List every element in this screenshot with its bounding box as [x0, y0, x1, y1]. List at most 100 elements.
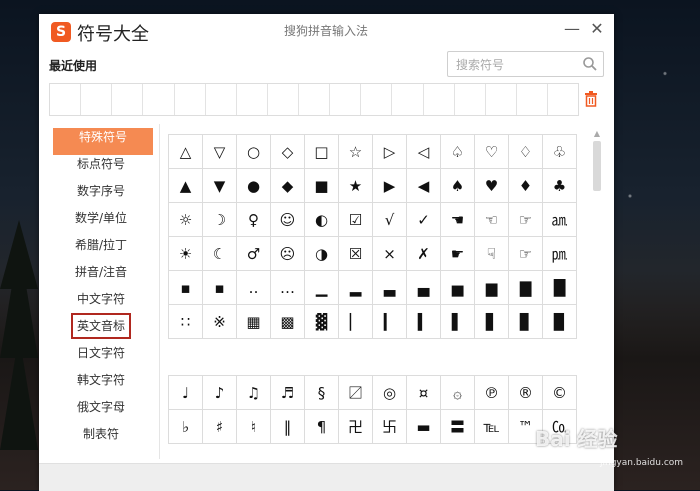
symbol-cell[interactable]: ※: [202, 304, 237, 339]
symbol-cell[interactable]: ▄: [406, 270, 441, 305]
recent-slot[interactable]: [548, 84, 578, 115]
symbol-cell[interactable]: 〓: [440, 409, 475, 444]
symbol-cell[interactable]: ♯: [202, 409, 237, 444]
symbol-cell[interactable]: ©: [542, 375, 577, 410]
symbol-cell[interactable]: ㏘: [542, 236, 577, 271]
symbol-cell[interactable]: ▂: [338, 270, 373, 305]
symbol-cell[interactable]: §: [304, 375, 339, 410]
symbol-cell[interactable]: ▦: [236, 304, 271, 339]
sidebar-item[interactable]: 拼音/注音: [49, 263, 153, 290]
symbol-cell[interactable]: ▆: [474, 270, 509, 305]
symbol-cell[interactable]: □: [304, 134, 339, 169]
symbol-cell[interactable]: ▷: [372, 134, 407, 169]
recent-slot[interactable]: [112, 84, 144, 115]
symbol-cell[interactable]: ♦: [508, 168, 543, 203]
symbol-cell[interactable]: ☼: [168, 202, 203, 237]
symbol-cell[interactable]: ☜: [474, 202, 509, 237]
symbol-cell[interactable]: █: [542, 270, 577, 305]
symbol-cell[interactable]: ♧: [542, 134, 577, 169]
sidebar-item[interactable]: 数字序号: [49, 182, 153, 209]
symbol-cell[interactable]: ✓: [406, 202, 441, 237]
symbol-cell[interactable]: ‖: [270, 409, 305, 444]
symbol-cell[interactable]: ▌: [440, 304, 475, 339]
symbol-cell[interactable]: ☺: [270, 202, 305, 237]
recent-slot[interactable]: [175, 84, 206, 115]
symbol-cell[interactable]: ☽: [202, 202, 237, 237]
symbol-cell[interactable]: ■: [304, 168, 339, 203]
symbol-cell[interactable]: ∷: [168, 304, 203, 339]
symbol-cell[interactable]: ▎: [372, 304, 407, 339]
symbol-cell[interactable]: ▶: [372, 168, 407, 203]
symbol-cell[interactable]: ▍: [406, 304, 441, 339]
search-box[interactable]: [447, 51, 604, 77]
symbol-cell[interactable]: ☞: [508, 236, 543, 271]
symbol-cell[interactable]: ☚: [440, 202, 475, 237]
symbol-cell[interactable]: ♤: [440, 134, 475, 169]
trash-icon[interactable]: [584, 91, 598, 107]
symbol-cell[interactable]: ¤: [406, 375, 441, 410]
search-input[interactable]: [454, 55, 578, 75]
symbol-cell[interactable]: ☹: [270, 236, 305, 271]
symbol-cell[interactable]: √: [372, 202, 407, 237]
symbol-cell[interactable]: ☑: [338, 202, 373, 237]
symbol-cell[interactable]: ▊: [508, 304, 543, 339]
symbol-cell[interactable]: 卍: [338, 409, 373, 444]
symbol-cell[interactable]: ▋: [474, 304, 509, 339]
recent-slot[interactable]: [50, 84, 82, 115]
symbol-cell[interactable]: ▲: [168, 168, 203, 203]
sidebar-item[interactable]: 中文字符: [49, 290, 153, 317]
symbol-cell[interactable]: ○: [236, 134, 271, 169]
symbol-cell[interactable]: ‥: [236, 270, 271, 305]
symbol-cell[interactable]: ▏: [338, 304, 373, 339]
recent-slot[interactable]: [361, 84, 393, 115]
symbol-cell[interactable]: ♪: [202, 375, 237, 410]
symbol-cell[interactable]: ♂: [236, 236, 271, 271]
recent-slot[interactable]: [206, 84, 237, 115]
symbol-cell[interactable]: ☟: [474, 236, 509, 271]
recent-slot[interactable]: [299, 84, 331, 115]
symbol-cell[interactable]: ♭: [168, 409, 203, 444]
symbol-cell[interactable]: ▓: [304, 304, 339, 339]
symbol-cell[interactable]: ۞: [440, 375, 475, 410]
symbol-cell[interactable]: ♬: [270, 375, 305, 410]
symbol-cell[interactable]: △: [168, 134, 203, 169]
symbol-cell[interactable]: 卐: [372, 409, 407, 444]
symbol-cell[interactable]: ◁: [406, 134, 441, 169]
symbol-cell[interactable]: ☛: [440, 236, 475, 271]
recent-slot[interactable]: [424, 84, 455, 115]
sidebar-item[interactable]: 俄文字母: [49, 398, 153, 425]
symbol-cell[interactable]: ✗: [406, 236, 441, 271]
symbol-cell[interactable]: ♣: [542, 168, 577, 203]
recent-slot[interactable]: [330, 84, 362, 115]
symbol-cell[interactable]: ◆: [270, 168, 305, 203]
sidebar-item[interactable]: 标点符号: [49, 155, 153, 182]
scroll-thumb[interactable]: [593, 141, 601, 191]
symbol-cell[interactable]: ▪: [168, 270, 203, 305]
symbol-cell[interactable]: 〼: [338, 375, 373, 410]
symbol-cell[interactable]: ♮: [236, 409, 271, 444]
symbol-cell[interactable]: ★: [338, 168, 373, 203]
symbol-cell[interactable]: ♀: [236, 202, 271, 237]
symbol-cell[interactable]: ▩: [270, 304, 305, 339]
recent-slot[interactable]: [517, 84, 548, 115]
sidebar-item[interactable]: 制表符: [49, 425, 153, 452]
title-bar[interactable]: S 符号大全 搜狗拼音输入法 — ✕: [39, 14, 614, 47]
symbol-cell[interactable]: ♢: [508, 134, 543, 169]
symbol-cell[interactable]: …: [270, 270, 305, 305]
symbol-cell[interactable]: ▬: [406, 409, 441, 444]
symbol-cell[interactable]: ☆: [338, 134, 373, 169]
symbol-cell[interactable]: ▅: [440, 270, 475, 305]
sidebar-item[interactable]: 希腊/拉丁: [49, 236, 153, 263]
symbol-cell[interactable]: ●: [236, 168, 271, 203]
symbol-cell[interactable]: ▼: [202, 168, 237, 203]
symbol-cell[interactable]: ▃: [372, 270, 407, 305]
symbol-cell[interactable]: ☀: [168, 236, 203, 271]
symbol-cell[interactable]: ◇: [270, 134, 305, 169]
recent-slot[interactable]: [486, 84, 517, 115]
scrollbar[interactable]: ▲: [592, 129, 602, 459]
symbol-cell[interactable]: ◑: [304, 236, 339, 271]
symbol-cell[interactable]: ®: [508, 375, 543, 410]
symbol-cell[interactable]: ♩: [168, 375, 203, 410]
sidebar-item[interactable]: 韩文字符: [49, 371, 153, 398]
symbol-cell[interactable]: ◐: [304, 202, 339, 237]
